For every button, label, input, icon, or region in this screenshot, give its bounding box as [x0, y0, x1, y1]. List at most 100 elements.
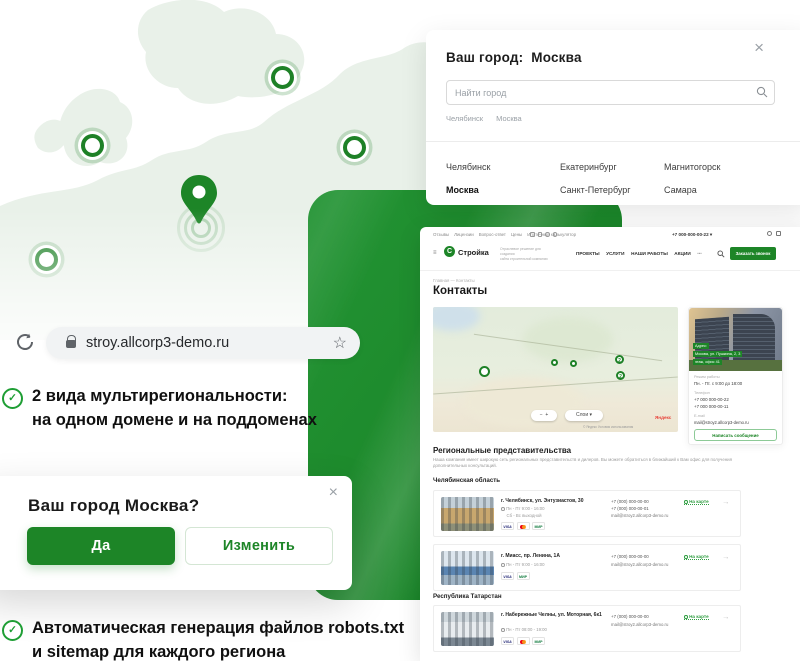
- arrow-icon[interactable]: →: [722, 497, 730, 506]
- site-tagline: Отраслевое решение для созданиясайта стр…: [500, 247, 552, 262]
- visa-badge: VISA: [501, 522, 514, 530]
- city-option-active[interactable]: Москва: [446, 179, 490, 202]
- telegram-icon[interactable]: [553, 232, 558, 237]
- city-option[interactable]: Челябинск: [446, 156, 490, 179]
- map-link[interactable]: На карте: [684, 499, 709, 505]
- close-icon[interactable]: ×: [754, 38, 764, 58]
- website-screenshot: Отзывы Лицензии Вопрос-ответ Цены Ипотеч…: [420, 227, 800, 661]
- zoom-out-button[interactable]: −: [540, 412, 543, 418]
- nav-link[interactable]: Вопрос-ответ: [479, 232, 506, 237]
- city-option[interactable]: Санкт-Петербург: [560, 179, 631, 202]
- site-phone[interactable]: +7 000-000-00-22 ▾: [672, 232, 712, 238]
- payment-badges: VISA МИР: [501, 637, 545, 645]
- account-icon[interactable]: [767, 231, 772, 236]
- office-phone[interactable]: +7 (000) 000-00-00: [611, 554, 649, 559]
- facebook-icon[interactable]: [538, 232, 543, 237]
- map-marker[interactable]: [551, 359, 558, 366]
- office-phone[interactable]: +7 (000) 000-00-00: [611, 499, 649, 504]
- office-list-row[interactable]: г. Миасс, пр. Ленина, 1А Пн - Пт 9:00 - …: [433, 544, 741, 591]
- office-address-label: Адрес:: [693, 343, 709, 349]
- search-icon[interactable]: [756, 86, 768, 98]
- change-city-button[interactable]: Изменить: [185, 527, 333, 565]
- map-link[interactable]: На карте: [684, 614, 709, 620]
- office-address-line2: этаж, офис 41: [693, 359, 722, 365]
- map-layers-button[interactable]: Слои ▾: [565, 410, 603, 421]
- map-zoom-controls[interactable]: − +: [531, 410, 557, 421]
- order-call-button[interactable]: Заказать звонок: [730, 247, 776, 260]
- tag-city[interactable]: Москва: [496, 114, 522, 123]
- map-marker-badge[interactable]: 2: [615, 355, 624, 364]
- arrow-icon[interactable]: →: [722, 612, 730, 621]
- search-input[interactable]: [446, 80, 775, 105]
- office-email[interactable]: mail@stroy2.allcorp3-demo.ru: [694, 420, 749, 425]
- office-email[interactable]: mail@stroy2.allcorp3-demo.ru: [611, 513, 673, 519]
- city-modal-title: Ваш город: Москва: [446, 50, 582, 65]
- breadcrumb[interactable]: Главная — Контакты: [433, 278, 475, 283]
- map-marker[interactable]: [570, 360, 577, 367]
- menu-burger-icon[interactable]: ≡: [433, 250, 437, 256]
- office-photo: [441, 497, 494, 531]
- office-list-row[interactable]: г. Набережные Челны, ул. Моторная, 6к1 П…: [433, 605, 741, 652]
- address-bar[interactable]: stroy.allcorp3-demo.ru ☆: [46, 327, 360, 359]
- office-phone-1[interactable]: +7 000 000-00-22: [694, 397, 729, 402]
- pin-icon: [684, 615, 688, 619]
- site-logo-text[interactable]: Стройка: [458, 248, 489, 257]
- map-link[interactable]: На карте: [684, 554, 709, 560]
- city-column-2: Екатеринбург Санкт-Петербург: [560, 156, 631, 202]
- office-address: г. Набережные Челны, ул. Моторная, 6к1: [501, 612, 605, 619]
- tag-city[interactable]: Челябинск: [446, 114, 483, 123]
- close-icon[interactable]: ×: [329, 484, 338, 502]
- search-icon[interactable]: [717, 250, 725, 258]
- reload-icon[interactable]: [14, 331, 36, 353]
- office-email[interactable]: mail@stroy2.allcorp3-demo.ru: [611, 622, 673, 628]
- mir-badge: МИР: [532, 522, 545, 530]
- city-option[interactable]: Самара: [664, 179, 720, 202]
- map-marker[interactable]: [479, 366, 490, 377]
- city-option[interactable]: Магнитогорск: [664, 156, 720, 179]
- menu-more[interactable]: ⋯: [697, 251, 702, 257]
- office-list-row[interactable]: г. Челябинск, ул. Энтузиастов, 30 Пн - П…: [433, 490, 741, 537]
- zoom-in-button[interactable]: +: [545, 412, 548, 418]
- pin-icon: [684, 500, 688, 504]
- map-copyright: © Яндекс Условия использования: [583, 425, 633, 429]
- visa-badge: VISA: [501, 572, 514, 580]
- nav-link[interactable]: Цены: [511, 232, 522, 237]
- yes-button[interactable]: Да: [27, 527, 175, 565]
- office-address: г. Миасс, пр. Ленина, 1А: [501, 553, 605, 560]
- office-photo: [441, 551, 494, 585]
- page: × Ваш город: Москва Челябинск Москва Чел…: [0, 0, 800, 661]
- office-phone[interactable]: +7 (000) 000-00-01: [611, 506, 649, 511]
- work-hours-label: Режим работы: [694, 375, 720, 379]
- office-email[interactable]: mail@stroy2.allcorp3-demo.ru: [611, 562, 673, 568]
- office-hours: Пн - Пт 9:00 - 16:00: [501, 506, 545, 511]
- phone-label: Телефон: [694, 391, 710, 395]
- office-phone-2[interactable]: +7 000 000-00-11: [694, 404, 728, 409]
- arrow-icon[interactable]: →: [722, 552, 730, 561]
- social-icons: [530, 232, 557, 237]
- menu-item[interactable]: ПРОЕКТЫ: [576, 251, 600, 257]
- vk-icon[interactable]: [530, 232, 535, 237]
- map-brand: Яндекс: [655, 415, 671, 420]
- instagram-icon[interactable]: [545, 232, 550, 237]
- region-group-title: Челябинская область: [433, 477, 500, 484]
- nav-link[interactable]: Лицензии: [454, 232, 474, 237]
- region-group-title: Республика Татарстан: [433, 593, 502, 600]
- payment-badges: VISA МИР: [501, 572, 530, 580]
- city-select-modal: × Ваш город: Москва Челябинск Москва Чел…: [426, 30, 800, 205]
- nav-link[interactable]: Отзывы: [433, 232, 449, 237]
- city-column-3: Магнитогорск Самара: [664, 156, 720, 202]
- write-message-button[interactable]: Написать сообщение: [694, 429, 777, 441]
- mastercard-badge: [517, 637, 530, 645]
- contacts-map[interactable]: 2 2 − + Слои ▾ Яндекс © Яндекс Условия и…: [433, 307, 678, 432]
- clock-icon: [501, 628, 505, 632]
- map-marker-badge[interactable]: 2: [616, 371, 625, 380]
- office-phone[interactable]: +7 (000) 000-00-00: [611, 614, 649, 619]
- map-forest: [523, 317, 613, 362]
- bookmark-star-icon[interactable]: ☆: [333, 333, 347, 353]
- cart-icon[interactable]: [776, 231, 781, 236]
- menu-item[interactable]: УСЛУГИ: [606, 251, 624, 257]
- city-option[interactable]: Екатеринбург: [560, 156, 631, 179]
- visa-badge: VISA: [501, 637, 514, 645]
- menu-item[interactable]: НАШИ РАБОТЫ: [631, 251, 668, 257]
- menu-item[interactable]: АКЦИИ: [674, 251, 690, 257]
